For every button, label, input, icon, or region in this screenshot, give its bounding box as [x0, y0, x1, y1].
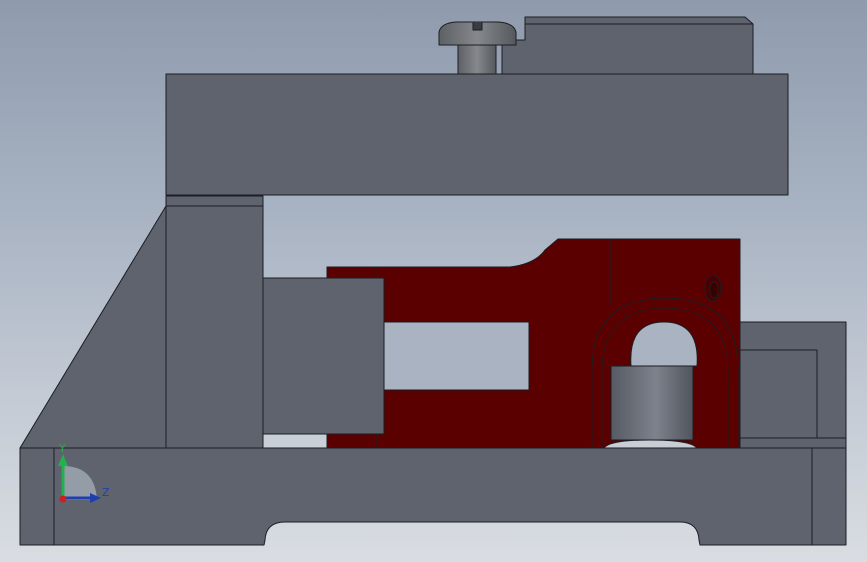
- base-plate[interactable]: [19, 447, 847, 546]
- right-block-inset: [739, 349, 818, 439]
- triad-z-label: Z: [102, 486, 110, 499]
- x-axis-dot: [59, 495, 67, 503]
- gusset-support[interactable]: [19, 205, 167, 449]
- assembly-drawing: [19, 16, 847, 546]
- triad-y-label: Y: [59, 442, 66, 455]
- top-clamp-block[interactable]: [165, 73, 789, 196]
- upright-post[interactable]: [165, 195, 264, 449]
- oval-hole-inner: [709, 281, 719, 299]
- screw-slot: [472, 22, 483, 31]
- top-plate[interactable]: [501, 16, 754, 75]
- cad-viewport[interactable]: Y Z: [0, 0, 867, 562]
- section-slot-window: [383, 321, 530, 391]
- cylinder-pin[interactable]: [610, 365, 694, 441]
- screw-shank[interactable]: [457, 44, 497, 75]
- left-jaw-block[interactable]: [262, 277, 385, 435]
